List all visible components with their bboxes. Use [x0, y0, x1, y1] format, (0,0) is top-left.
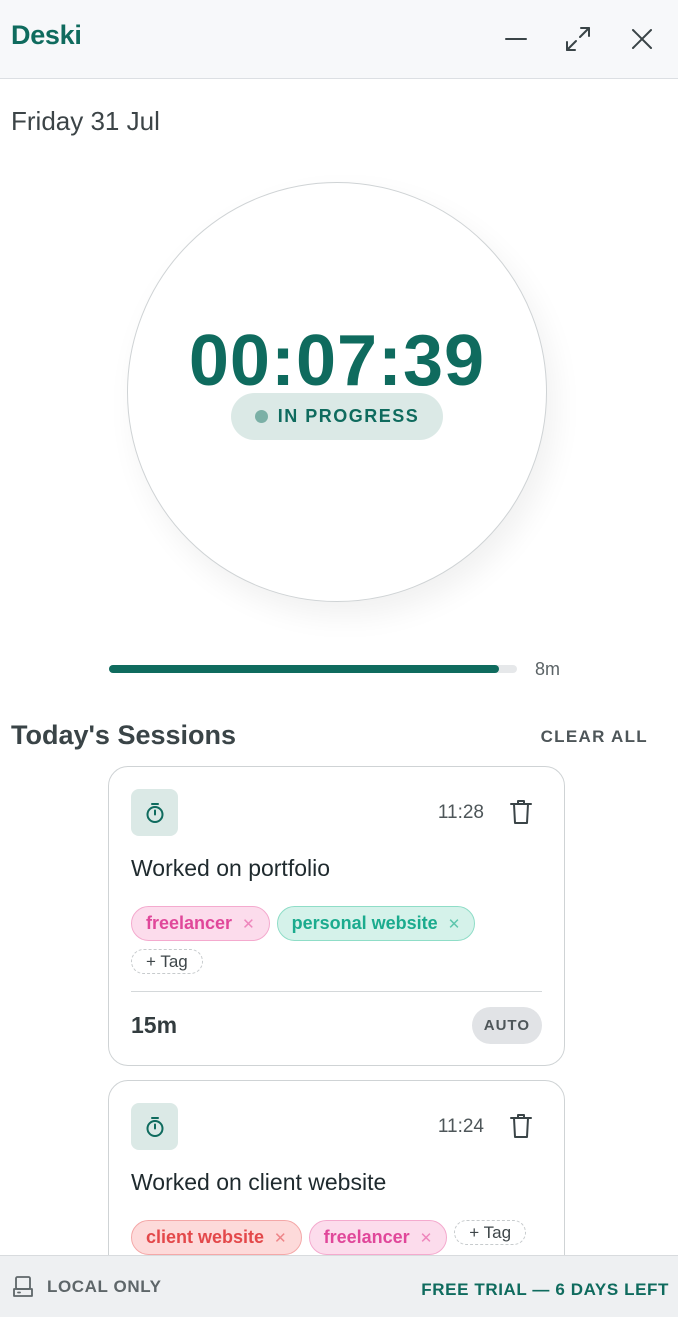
delete-session-button[interactable] — [508, 1111, 534, 1141]
card-divider — [131, 991, 542, 992]
session-title: Worked on portfolio — [131, 855, 331, 881]
session-icon — [131, 1103, 178, 1150]
maximize-icon — [566, 27, 590, 51]
timer-value: 00:07:39 — [188, 321, 486, 401]
app-title: Deski — [11, 20, 82, 50]
tag-chip: personal website ✕ — [276, 906, 476, 941]
status-badge: IN PROGRESS — [231, 393, 443, 440]
tag-chip: client website ✕ — [131, 1220, 302, 1255]
footer-bar: LOCAL ONLY FREE TRIAL — 6 DAYS LEFT — [0, 1255, 678, 1317]
session-tags: freelancer ✕ personal website ✕ + Tag — [131, 906, 551, 974]
add-tag-button[interactable]: + Tag — [131, 949, 203, 974]
trash-icon — [510, 800, 532, 824]
session-icon — [131, 789, 178, 836]
status-dot-icon — [254, 410, 268, 423]
clear-all-button[interactable]: CLEAR ALL — [541, 727, 648, 747]
timer-circle[interactable]: 00:07:39 IN PROGRESS — [127, 182, 547, 602]
progress-bar — [109, 665, 517, 673]
tag-label: personal website — [291, 913, 438, 933]
title-bar: Deski — [0, 0, 678, 79]
tag-chip: freelancer ✕ — [131, 906, 270, 941]
remove-tag-icon[interactable]: ✕ — [420, 1229, 433, 1247]
progress-fill — [109, 665, 499, 673]
close-icon — [632, 29, 652, 49]
add-tag-button[interactable]: + Tag — [454, 1220, 527, 1245]
current-date: Friday 31 Jul — [11, 106, 160, 136]
tag-chip: freelancer ✕ — [308, 1220, 448, 1255]
storage-label: LOCAL ONLY — [47, 1277, 162, 1296]
tag-label: freelancer — [323, 1227, 410, 1247]
session-time: 11:28 — [437, 802, 484, 823]
minimize-icon — [505, 38, 527, 40]
tag-label: freelancer — [146, 913, 233, 933]
remove-tag-icon[interactable]: ✕ — [242, 915, 255, 933]
minimize-button[interactable] — [495, 18, 537, 60]
session-tags: client website ✕ freelancer ✕ + Tag — [131, 1220, 551, 1255]
maximize-button[interactable] — [557, 18, 599, 60]
trial-status-link[interactable]: FREE TRIAL — 6 DAYS LEFT — [421, 1280, 669, 1300]
sessions-title: Today's Sessions — [11, 720, 237, 750]
progress-label: 8m — [535, 659, 561, 679]
storage-status: LOCAL ONLY — [11, 1275, 162, 1299]
tag-label: client website — [146, 1227, 265, 1247]
status-label: IN PROGRESS — [277, 406, 420, 426]
stopwatch-icon — [146, 1116, 163, 1137]
close-button[interactable] — [621, 18, 663, 60]
session-duration: 15m — [131, 1012, 178, 1038]
auto-badge: AUTO — [471, 1007, 542, 1044]
remove-tag-icon[interactable]: ✕ — [448, 915, 461, 933]
session-title: Worked on client website — [131, 1169, 387, 1195]
remove-tag-icon[interactable]: ✕ — [274, 1229, 287, 1247]
local-storage-icon — [13, 1276, 33, 1297]
stopwatch-icon — [146, 802, 163, 823]
session-time: 11:24 — [437, 1116, 484, 1137]
trash-icon — [510, 1114, 532, 1138]
session-card: 11:28 Worked on portfolio freelancer ✕ p… — [108, 766, 565, 1066]
delete-session-button[interactable] — [508, 797, 534, 827]
